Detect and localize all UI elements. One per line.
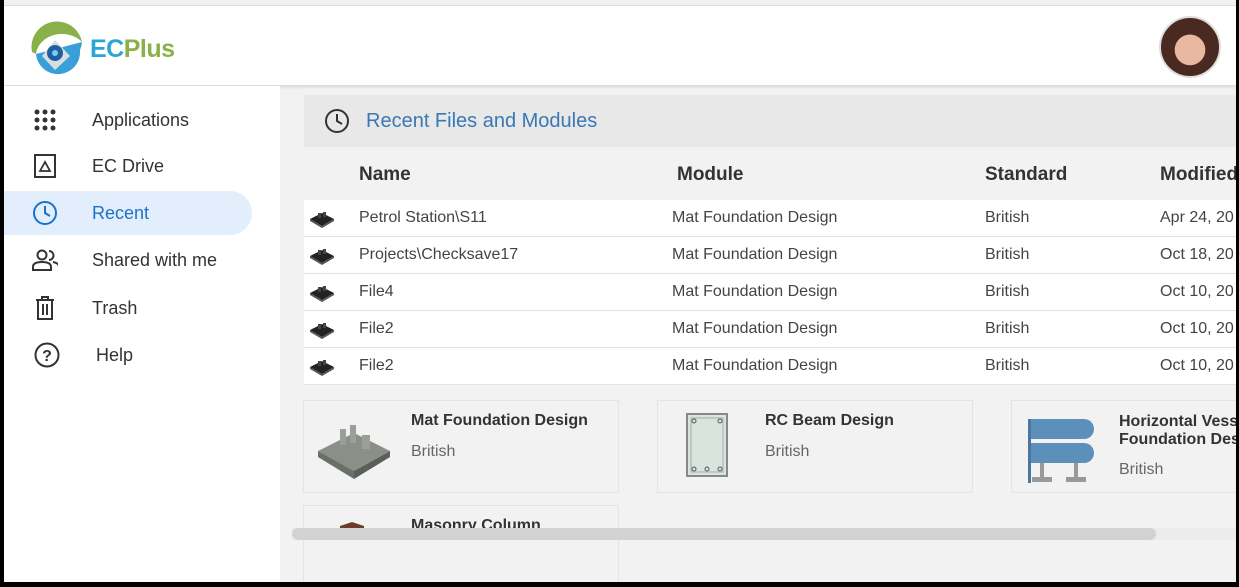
clock-icon [325,109,349,133]
file-standard: British [985,320,1030,337]
sidebar-item-label: EC Drive [92,155,165,176]
table-row[interactable]: File4 Mat Foundation Design British Oct … [304,274,1236,311]
recent-files-header: Recent Files and Modules [304,95,1236,147]
sidebar-item-trash[interactable]: Trash [4,286,252,330]
help-icon: ? [34,342,60,368]
scrollbar-thumb[interactable] [292,528,1156,540]
sidebar: Applications EC Drive Recent Shared with… [4,86,280,582]
module-card[interactable]: RC Beam Design British [657,400,973,493]
file-standard: British [985,209,1030,226]
file-module: Mat Foundation Design [672,246,838,263]
logo-eye-icon [31,21,82,75]
file-module: Mat Foundation Design [672,283,838,300]
clock-icon [32,200,58,226]
rc-beam-icon [686,413,728,477]
module-card[interactable]: Horizontal Vessel Foundation Design Brit… [1011,400,1236,493]
sidebar-item-label: Recent [92,202,150,223]
module-standard: British [765,443,810,460]
brand-ec: EC [90,34,124,63]
file-name[interactable]: File2 [359,357,394,375]
file-modified: Oct 10, 20 [1160,283,1234,300]
mat-foundation-file-icon [310,249,334,265]
drive-icon [32,153,58,179]
column-header-modified[interactable]: Modified [1160,164,1236,186]
file-module: Mat Foundation Design [672,209,838,226]
mat-foundation-file-icon [310,323,334,339]
module-name: Horizontal Vessel Foundation Design [1119,413,1236,448]
mat-foundation-file-icon [310,286,334,302]
file-modified: Apr 24, 20 [1160,209,1234,226]
grid-icon [32,107,58,133]
file-modified: Oct 10, 20 [1160,320,1234,337]
mat-foundation-file-icon [310,212,334,228]
module-standard: British [1119,461,1164,478]
sidebar-item-label: Trash [92,297,138,318]
table-row[interactable]: Projects\Checksave17 Mat Foundation Desi… [304,237,1236,274]
column-header-name[interactable]: Name [359,164,411,186]
file-name[interactable]: File4 [359,283,394,301]
svg-text:?: ? [42,348,52,365]
section-title: Recent Files and Modules [366,109,598,132]
file-name[interactable]: Projects\Checksave17 [359,246,518,264]
recent-files-table: Name Module Standard Modified Petrol Sta… [304,150,1236,385]
sidebar-item-label: Applications [92,109,190,130]
file-standard: British [985,246,1030,263]
sidebar-item-ec-drive[interactable]: EC Drive [4,144,252,188]
user-avatar[interactable] [1159,16,1221,78]
file-standard: British [985,283,1030,300]
mat-foundation-file-icon [310,360,334,376]
module-name: RC Beam Design [765,412,894,429]
header: ECPlus [4,5,1236,85]
file-name[interactable]: Petrol Station\S11 [359,209,487,227]
app: ECPlus Applications EC Drive Recent Shar… [4,0,1236,582]
logo[interactable]: ECPlus [24,20,175,78]
column-header-module[interactable]: Module [677,164,744,186]
module-standard: British [411,443,456,460]
horizontal-scrollbar[interactable] [292,528,1236,540]
module-card[interactable]: Masonry Column [303,505,619,582]
file-module: Mat Foundation Design [672,357,838,374]
sidebar-item-label: Shared with me [92,249,218,270]
file-modified: Oct 18, 20 [1160,246,1234,263]
horizontal-vessel-icon [1028,419,1094,483]
module-name: Mat Foundation Design [411,412,588,429]
file-standard: British [985,357,1030,374]
file-module: Mat Foundation Design [672,320,838,337]
sidebar-item-recent[interactable]: Recent [4,191,252,235]
sidebar-item-help[interactable]: ? Help [4,333,252,377]
table-row[interactable]: File2 Mat Foundation Design British Oct … [304,348,1236,385]
people-icon [32,247,58,273]
module-card[interactable]: Mat Foundation Design British [303,400,619,493]
sidebar-item-shared[interactable]: Shared with me [4,238,252,282]
sidebar-item-applications[interactable]: Applications [4,98,252,142]
table-row[interactable]: Petrol Station\S11 Mat Foundation Design… [304,200,1236,237]
file-modified: Oct 10, 20 [1160,357,1234,374]
file-name[interactable]: File2 [359,320,394,338]
mat-foundation-icon [318,425,390,479]
table-row[interactable]: File2 Mat Foundation Design British Oct … [304,311,1236,348]
table-header: Name Module Standard Modified [304,150,1236,200]
trash-icon [32,295,58,321]
sidebar-item-label: Help [96,344,134,365]
brand-plus: Plus [123,34,175,63]
column-header-standard[interactable]: Standard [985,164,1067,186]
